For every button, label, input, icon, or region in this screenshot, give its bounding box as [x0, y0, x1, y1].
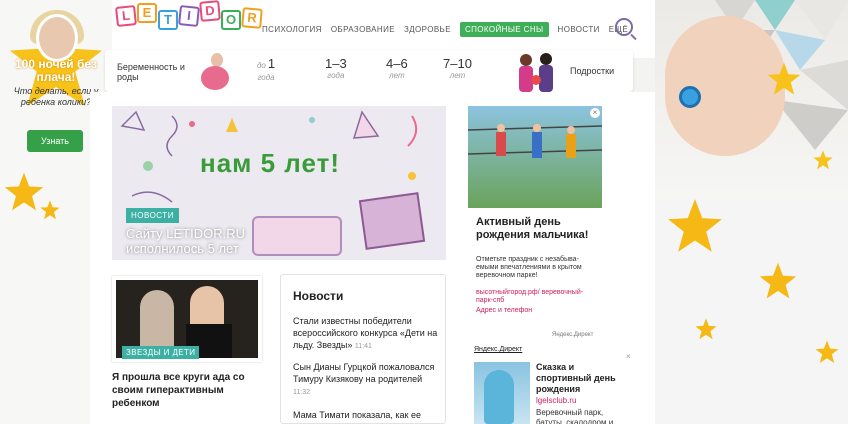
age-under-1-link[interactable]: до 1 года	[257, 56, 276, 83]
age-unit: лет	[449, 71, 466, 80]
age-1-3-link[interactable]: 1–3 года	[325, 56, 347, 81]
age-7-10-link[interactable]: 7–10 лет	[443, 56, 472, 81]
star-icon	[695, 318, 717, 340]
ad-description: Отметьте праздник с незабыва-емыми впеча…	[476, 256, 582, 279]
age-prefix: до	[257, 61, 266, 70]
article-headline[interactable]: Я прошла все круги ада со своим гиперакт…	[112, 371, 262, 410]
ad-contact-link[interactable]: Адрес и телефон	[476, 307, 532, 314]
age-unit: года	[327, 71, 345, 80]
hero-article[interactable]: нам 5 лет! НОВОСТИ Сайту LETIDOR.RU испо…	[112, 106, 446, 260]
teenagers-image	[519, 53, 553, 92]
age-value: 1–3	[325, 56, 347, 71]
pacifier-icon	[679, 86, 701, 108]
age-4-6-link[interactable]: 4–6 лет	[386, 56, 408, 81]
hero-banner-text: нам 5 лет!	[200, 148, 340, 178]
news-item[interactable]: Сын Дианы Гурцкой пожаловался Тимуру Киз…	[293, 361, 439, 399]
ad-title[interactable]: Активный день рождения мальчика!	[476, 216, 598, 242]
gift-box-image	[358, 192, 426, 250]
rope-park-illustration	[468, 124, 602, 158]
close-icon[interactable]: ×	[626, 352, 631, 361]
logo-letter: O	[221, 10, 241, 30]
ad-url[interactable]: высотныйгород.рф/ веревочный-парк-спб	[476, 289, 598, 305]
person-photo	[140, 290, 174, 350]
star-icon	[668, 199, 722, 252]
learn-more-button[interactable]: Узнать	[27, 130, 83, 152]
news-item[interactable]: Мама Тимати показала, как ее	[293, 409, 439, 421]
age-value: 4–6	[386, 56, 408, 71]
ad-photo-kid	[474, 362, 530, 424]
ad-source-label[interactable]: Яндекс.Директ	[552, 332, 593, 338]
nav-psychology[interactable]: Психология	[262, 25, 322, 34]
logo-letter: R	[241, 7, 263, 29]
ad-rope-park[interactable]: × Активный день рождения мальчика! Отмет…	[468, 106, 602, 338]
star-icon	[4, 172, 44, 211]
news-item-time: 11:41	[354, 343, 372, 350]
age-unit: года	[257, 73, 275, 82]
ad-description: Веревочный парк, батуты, скалодром и	[536, 408, 614, 424]
pregnant-woman-image	[201, 53, 229, 90]
star-icon	[40, 200, 60, 220]
ad-title[interactable]: Сказка и спортивный день рождения	[536, 362, 632, 395]
star-icon	[759, 262, 797, 299]
nav-news[interactable]: Новости	[558, 25, 600, 34]
kid-photo	[484, 370, 514, 424]
promo-headline: 100 ночей без плача!	[14, 57, 98, 84]
news-item-text: Сын Дианы Гурцкой пожаловался Тимуру Киз…	[293, 362, 435, 384]
main-nav: Психология Образование Здоровье Спокойны…	[262, 22, 637, 37]
logo-letter: T	[158, 10, 178, 30]
yandex-direct-link[interactable]: Яндекс.Директ	[474, 346, 522, 353]
star-icon	[813, 150, 833, 170]
close-icon[interactable]: ×	[590, 108, 600, 118]
news-item[interactable]: Стали известны победители всероссийского…	[293, 315, 439, 353]
news-title: Новости	[293, 289, 344, 303]
ad-photo-rope-park: ×	[468, 106, 602, 208]
logo-letter: I	[178, 5, 200, 27]
logo-letter: E	[137, 3, 157, 23]
age-teens-link[interactable]: Подростки	[570, 66, 614, 76]
age-value: 7–10	[443, 56, 472, 71]
right-decoration	[655, 0, 848, 424]
letidor-logo[interactable]: L E T I D O R	[115, 0, 263, 30]
age-pregnancy-link[interactable]: Беременность и роды	[117, 62, 197, 82]
age-value: 1	[267, 56, 276, 71]
hero-caption[interactable]: Сайту LETIDOR.RU исполнилось 5 лет	[126, 226, 276, 256]
nav-health[interactable]: Здоровье	[404, 25, 451, 34]
star-icon	[815, 340, 839, 364]
news-item-time: 11:32	[293, 389, 310, 396]
age-navigation-bar: Беременность и роды до 1 года 1–3 года 4–…	[105, 50, 633, 92]
news-badge[interactable]: НОВОСТИ	[126, 208, 179, 223]
article-card-stars[interactable]: ЗВЕЗДЫ И ДЕТИ Я прошла все круги ада со …	[112, 276, 262, 424]
category-tag[interactable]: ЗВЕЗДЫ И ДЕТИ	[122, 346, 200, 359]
logo-letter: L	[115, 5, 137, 27]
age-unit: лет	[389, 71, 405, 80]
mother-photo	[36, 14, 78, 62]
news-block: Новости Стали известны победители всерос…	[280, 274, 446, 424]
star-icon	[767, 62, 801, 95]
news-item-text: Мама Тимати показала, как ее	[293, 410, 421, 420]
logo-letter: D	[199, 0, 221, 22]
main-content: нам 5 лет! НОВОСТИ Сайту LETIDOR.RU испо…	[90, 92, 655, 424]
nav-education[interactable]: Образование	[331, 25, 395, 34]
search-icon[interactable]	[615, 18, 633, 36]
ad-url[interactable]: lgelsclub.ru	[536, 396, 576, 405]
promo-subtext: Что делать, если у ребенка колики?	[13, 86, 99, 107]
nav-calm-sleep[interactable]: Спокойные сны	[459, 22, 549, 37]
ad-fairy-tale-party[interactable]: Сказка и спортивный день рождения lgelsc…	[474, 352, 634, 424]
